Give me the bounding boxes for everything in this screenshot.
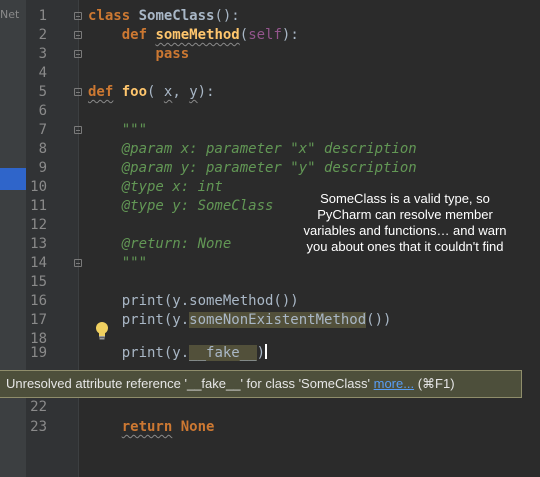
code-line-6: 6 xyxy=(0,102,540,121)
code-text: def foo( x, y): xyxy=(88,84,215,100)
line-number: 5 xyxy=(38,84,47,100)
code-text: print(y.someNonExistentMethod()) xyxy=(121,312,392,328)
line-number: 23 xyxy=(30,419,47,435)
code-line-1: 1 class SomeClass(): xyxy=(0,7,540,26)
line-number: 11 xyxy=(30,198,47,214)
code-line-5: 5 def foo( x, y): xyxy=(0,83,540,102)
fold-icon[interactable] xyxy=(74,12,82,20)
code-text: """ xyxy=(121,255,148,271)
code-line-7: 7 """ xyxy=(0,121,540,140)
code-text: print(y.someMethod()) xyxy=(121,293,299,309)
fold-icon[interactable] xyxy=(74,31,82,39)
fold-icon[interactable] xyxy=(74,126,82,134)
tooltip-more-link[interactable]: more... xyxy=(374,376,414,391)
code-line-4: 4 xyxy=(0,64,540,83)
line-number: 12 xyxy=(30,217,47,233)
code-text: @param x: parameter "x" description xyxy=(121,141,417,157)
line-number: 8 xyxy=(38,141,47,157)
code-line-14: 14 """ xyxy=(0,254,540,273)
code-text: def someMethod(self): xyxy=(121,27,299,43)
code-line-19: 19 print(y.__fake__) xyxy=(0,344,540,363)
code-line-8: 8 @param x: parameter "x" description xyxy=(0,140,540,159)
inspection-tooltip: Unresolved attribute reference '__fake__… xyxy=(0,370,522,398)
code-line-9: 9 @param y: parameter "y" description xyxy=(0,159,540,178)
code-text: @type x: int xyxy=(121,179,223,195)
line-number: 22 xyxy=(30,399,47,415)
code-text: @type y: SomeClass xyxy=(121,198,274,214)
code-text: @return: None xyxy=(121,236,232,252)
code-text: class SomeClass(): xyxy=(88,8,240,24)
code-line-3: 3 pass xyxy=(0,45,540,64)
line-number: 6 xyxy=(38,103,47,119)
unresolved-reference-highlight: someNonExistentMethod xyxy=(189,312,367,328)
text-caret xyxy=(265,344,268,359)
line-number: 16 xyxy=(30,293,47,309)
code-text: pass xyxy=(155,46,190,62)
code-line-2: 2 def someMethod(self): xyxy=(0,26,540,45)
code-text: """ xyxy=(121,122,148,138)
line-number: 9 xyxy=(38,160,47,176)
line-number: 4 xyxy=(38,65,47,81)
line-number: 13 xyxy=(30,236,47,252)
line-number: 17 xyxy=(30,312,47,328)
tooltip-message: Unresolved attribute reference '__fake__… xyxy=(6,376,374,391)
lightbulb-icon[interactable] xyxy=(94,321,110,341)
code-text: return None xyxy=(121,419,215,435)
line-number: 2 xyxy=(38,27,47,43)
code-line-15: 15 xyxy=(0,273,540,292)
unresolved-reference-highlight: __fake__ xyxy=(189,345,257,361)
line-number: 3 xyxy=(38,46,47,62)
line-number: 19 xyxy=(30,345,47,361)
line-number: 7 xyxy=(38,122,47,138)
fold-icon[interactable] xyxy=(74,259,82,267)
fold-icon[interactable] xyxy=(74,50,82,58)
code-line-23: 23 return None xyxy=(0,418,540,437)
code-text: print(y.__fake__) xyxy=(121,344,268,361)
line-number: 1 xyxy=(38,8,47,24)
tooltip-shortcut: (⌘F1) xyxy=(414,376,455,391)
annotation-text: SomeClass is a valid type, so PyCharm ca… xyxy=(303,191,507,254)
code-line-16: 16 print(y.someMethod()) xyxy=(0,292,540,311)
line-number: 14 xyxy=(30,255,47,271)
code-text: @param y: parameter "y" description xyxy=(121,160,417,176)
line-number: 15 xyxy=(30,274,47,290)
line-number: 10 xyxy=(30,179,47,195)
fold-icon[interactable] xyxy=(74,88,82,96)
code-line-17: 17 print(y.someNonExistentMethod()) xyxy=(0,311,540,330)
code-line-22: 22 xyxy=(0,398,540,417)
